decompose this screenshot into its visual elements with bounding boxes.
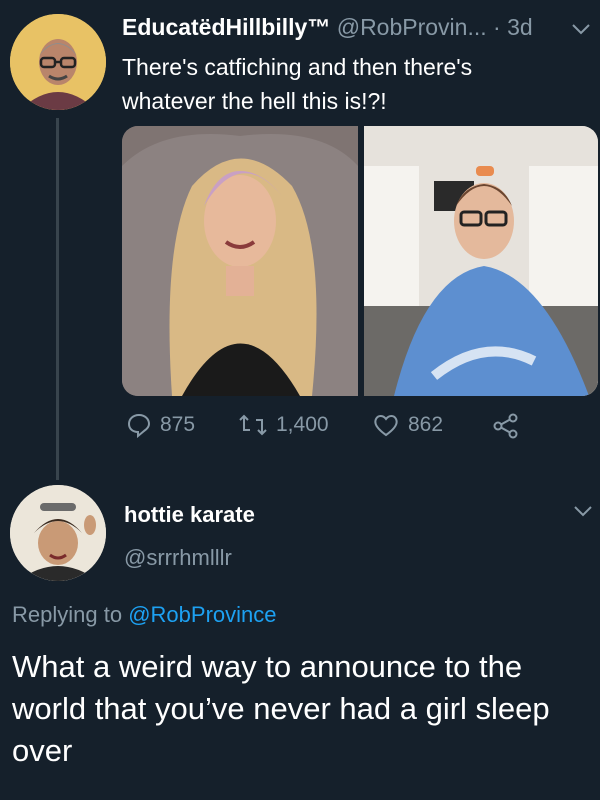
- share-icon: [493, 413, 518, 439]
- avatar-portrait-graphic: [10, 14, 106, 110]
- tweet-text: There's catfiching and then there's what…: [122, 54, 473, 114]
- timestamp[interactable]: · 3d: [493, 14, 533, 40]
- reply-button[interactable]: 875: [126, 412, 195, 438]
- share-button[interactable]: [492, 412, 520, 440]
- reply-text: What a weird way to announce to the worl…: [12, 649, 550, 768]
- avatar-hottie-karate[interactable]: [10, 485, 106, 581]
- like-icon: [374, 415, 398, 437]
- chevron-down-icon[interactable]: [570, 18, 592, 45]
- thread-connector-line: [56, 118, 59, 480]
- display-name[interactable]: EducatëdHillbilly™: [122, 14, 330, 40]
- reply-icon: [127, 413, 151, 438]
- handle[interactable]: @srrrhmlllr: [124, 545, 232, 571]
- avatar-educatedhillbilly[interactable]: [10, 14, 106, 110]
- retweet-icon: [239, 414, 267, 436]
- media-image-right[interactable]: [364, 126, 598, 396]
- chevron-down-icon[interactable]: [572, 500, 594, 527]
- replying-prefix: Replying to: [12, 602, 123, 627]
- tweet-actions: 875 1,400 862: [122, 412, 582, 452]
- tweet-media[interactable]: [122, 126, 598, 396]
- replying-to: Replying to @RobProvince: [12, 602, 277, 628]
- reply-count: 875: [160, 413, 196, 436]
- like-button[interactable]: 862: [372, 412, 443, 438]
- retweet-button[interactable]: 1,400: [238, 412, 329, 438]
- media-image-left[interactable]: [122, 126, 358, 396]
- replying-handle-link[interactable]: @RobProvince: [128, 602, 276, 627]
- avatar-portrait-graphic: [10, 485, 106, 581]
- handle[interactable]: @RobProvin...: [337, 14, 487, 40]
- tweet-header: EducatëdHillbilly™ @RobProvin... · 3d: [122, 14, 533, 41]
- like-count: 862: [408, 413, 444, 436]
- display-name[interactable]: hottie karate: [124, 502, 255, 528]
- retweet-count: 1,400: [276, 413, 329, 436]
